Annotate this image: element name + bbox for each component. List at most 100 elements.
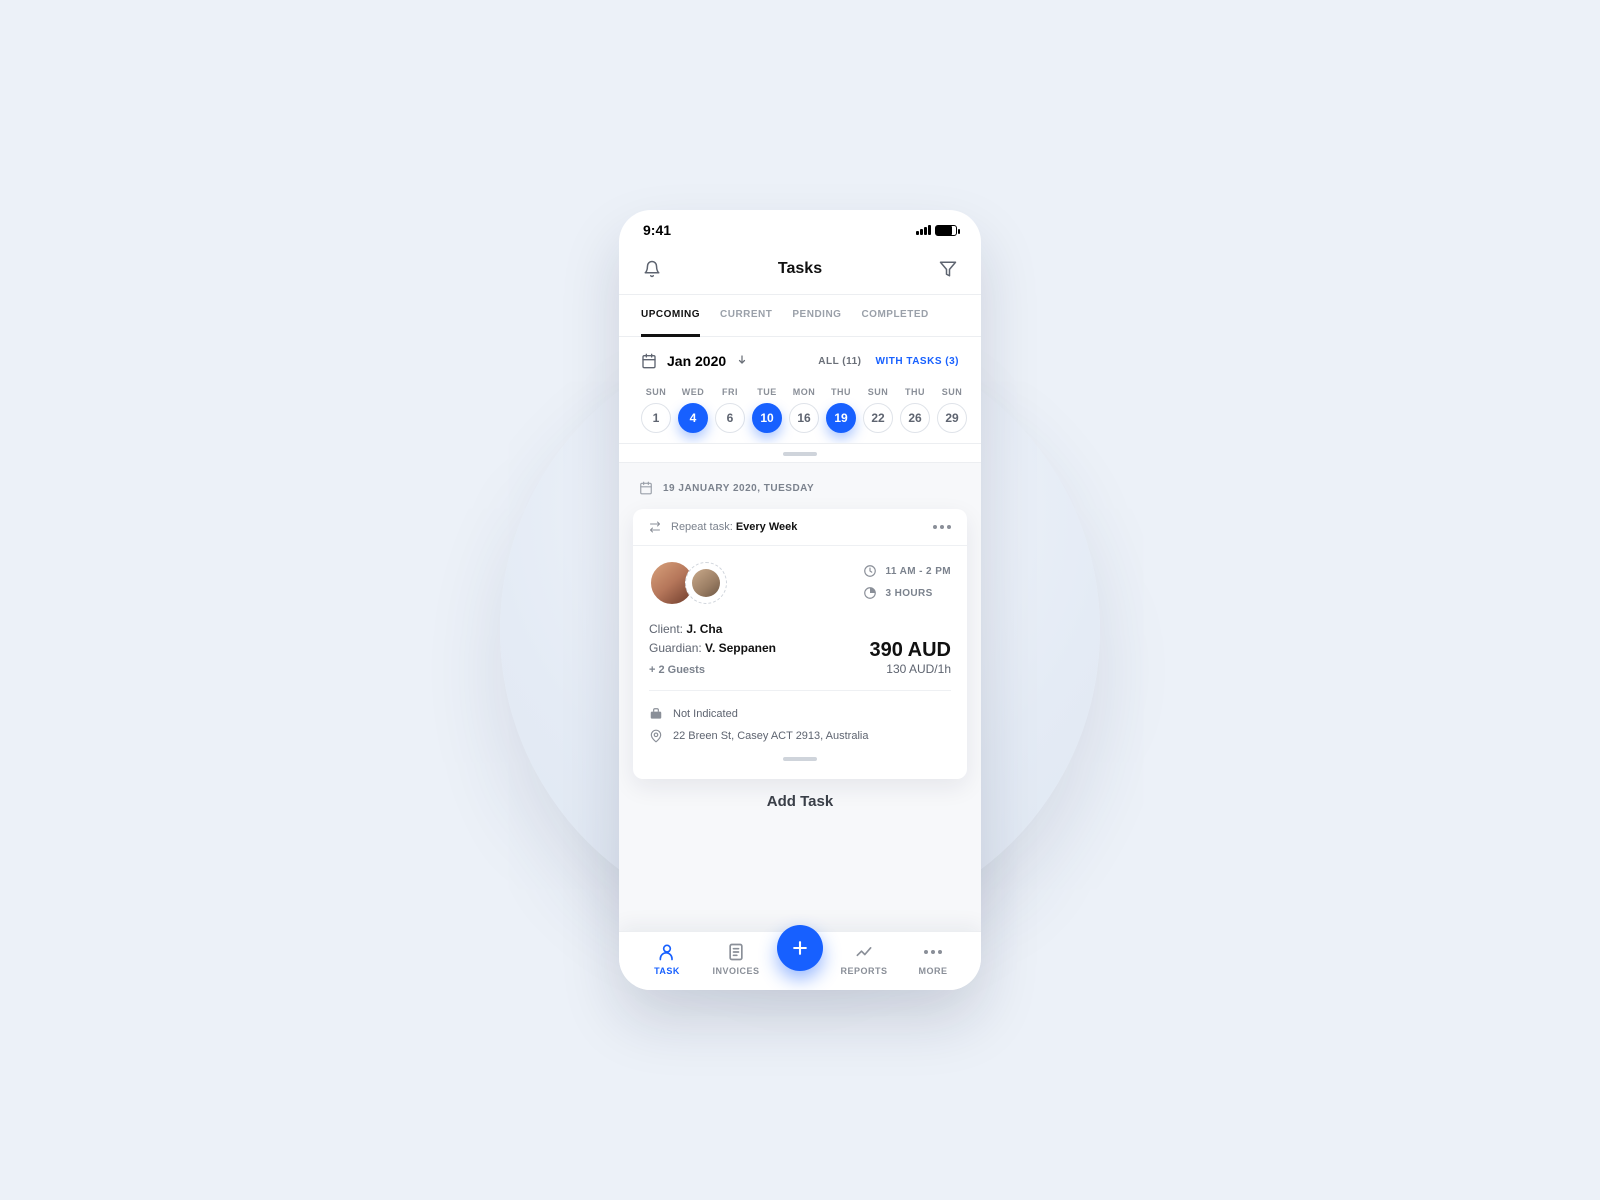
date-chip[interactable]: 1 <box>641 403 671 433</box>
date-col: MON 16 <box>789 387 819 433</box>
avatar <box>692 569 720 597</box>
drag-handle[interactable] <box>783 452 817 456</box>
status-icons <box>916 225 957 236</box>
date-col: SUN 29 <box>937 387 967 433</box>
date-chip[interactable]: 6 <box>715 403 745 433</box>
dots-icon <box>924 942 942 962</box>
filter-all[interactable]: ALL (11) <box>818 356 861 367</box>
date-chip[interactable]: 16 <box>789 403 819 433</box>
time-range: 11 AM - 2 PM <box>863 564 951 578</box>
bell-icon[interactable] <box>641 258 663 280</box>
nav-task[interactable]: TASK <box>639 942 695 976</box>
date-dow: THU <box>905 387 925 397</box>
date-dow: SUN <box>942 387 963 397</box>
date-dow: SUN <box>646 387 667 397</box>
add-task-label: Add Task <box>633 779 967 810</box>
repeat-label: Repeat task: Every Week <box>649 521 797 533</box>
briefcase-icon <box>649 707 663 721</box>
nav-label: REPORTS <box>840 966 887 976</box>
tab-current[interactable]: CURRENT <box>720 295 772 336</box>
date-dow: TUE <box>757 387 777 397</box>
guardian-name: V. Seppanen <box>705 641 776 655</box>
date-chip[interactable]: 19 <box>826 403 856 433</box>
guardian-label: Guardian: <box>649 641 705 655</box>
price-rate: 130 AUD/1h <box>869 662 951 676</box>
more-icon[interactable] <box>933 525 951 529</box>
clock-icon <box>863 564 877 578</box>
divider <box>649 690 951 691</box>
calendar-icon <box>639 481 653 495</box>
page-title: Tasks <box>778 260 822 278</box>
document-icon <box>726 942 746 962</box>
repeat-value: Every Week <box>736 521 798 533</box>
nav-reports[interactable]: REPORTS <box>836 942 892 976</box>
chart-icon <box>854 942 874 962</box>
date-dow: MON <box>793 387 816 397</box>
battery-icon <box>935 225 957 236</box>
status-time: 9:41 <box>643 222 671 238</box>
price-total: 390 AUD <box>869 639 951 662</box>
card-drag-handle[interactable] <box>783 757 817 761</box>
avatar-placeholder <box>685 562 727 604</box>
date-col: TUE 10 <box>752 387 782 433</box>
add-button[interactable] <box>777 925 823 971</box>
repeat-icon <box>649 521 661 533</box>
time-range-label: 11 AM - 2 PM <box>885 566 951 577</box>
date-strip[interactable]: SUN 1 WED 4 FRI 6 TUE 10 MON 16 THU 19 S… <box>619 377 981 444</box>
phone-frame: 9:41 Tasks UPCOMING CURRENT PENDING COMP… <box>619 210 981 990</box>
date-col: WED 4 <box>678 387 708 433</box>
status-bar: 9:41 <box>619 210 981 244</box>
tabs: UPCOMING CURRENT PENDING COMPLETED <box>619 294 981 337</box>
date-dow: WED <box>682 387 705 397</box>
date-chip[interactable]: 26 <box>900 403 930 433</box>
task-card[interactable]: Repeat task: Every Week 11 AM - 2 PM <box>633 509 967 779</box>
date-col: FRI 6 <box>715 387 745 433</box>
date-chip[interactable]: 4 <box>678 403 708 433</box>
nav-more[interactable]: MORE <box>905 942 961 976</box>
tab-upcoming[interactable]: UPCOMING <box>641 295 700 337</box>
content-area: 19 JANUARY 2020, TUESDAY Repeat task: Ev… <box>619 462 981 990</box>
filter-with-tasks[interactable]: WITH TASKS (3) <box>876 356 959 367</box>
status-row: Not Indicated <box>649 703 951 725</box>
filter-icon[interactable] <box>937 258 959 280</box>
repeat-prefix: Repeat task: <box>671 521 736 533</box>
date-dow: FRI <box>722 387 738 397</box>
header: Tasks <box>619 244 981 294</box>
month-label: Jan 2020 <box>667 353 726 369</box>
chevron-down-icon <box>736 353 748 369</box>
date-col: SUN 22 <box>863 387 893 433</box>
date-chip[interactable]: 10 <box>752 403 782 433</box>
bottom-nav: TASK INVOICES REPORTS MORE <box>619 931 981 990</box>
date-dow: THU <box>831 387 851 397</box>
calendar-icon <box>641 353 657 369</box>
guardian-line: Guardian: V. Seppanen <box>649 639 776 658</box>
tab-completed[interactable]: COMPLETED <box>861 295 928 336</box>
tab-pending[interactable]: PENDING <box>792 295 841 336</box>
month-row: Jan 2020 ALL (11) WITH TASKS (3) <box>619 337 981 377</box>
card-head: Repeat task: Every Week <box>633 509 967 546</box>
date-col: THU 26 <box>900 387 930 433</box>
month-selector[interactable]: Jan 2020 <box>641 353 748 369</box>
user-icon <box>657 942 677 962</box>
month-filters: ALL (11) WITH TASKS (3) <box>818 356 959 367</box>
date-col: THU 19 <box>826 387 856 433</box>
date-header-label: 19 JANUARY 2020, TUESDAY <box>663 483 814 494</box>
date-chip[interactable]: 29 <box>937 403 967 433</box>
signal-icon <box>916 225 931 235</box>
plus-icon <box>790 938 810 958</box>
duration-label: 3 HOURS <box>885 588 932 599</box>
client-label: Client: <box>649 622 686 636</box>
avatars <box>649 560 727 606</box>
card-body: 11 AM - 2 PM 3 HOURS Client: J. Cha <box>633 546 967 779</box>
client-name: J. Cha <box>686 622 722 636</box>
selected-date-header: 19 JANUARY 2020, TUESDAY <box>633 477 967 509</box>
nav-invoices[interactable]: INVOICES <box>708 942 764 976</box>
address-row: 22 Breen St, Casey ACT 2913, Australia <box>649 725 951 747</box>
date-dow: SUN <box>868 387 889 397</box>
duration-icon <box>863 586 877 600</box>
pin-icon <box>649 729 663 743</box>
nav-label: TASK <box>654 966 680 976</box>
date-col: SUN 1 <box>641 387 671 433</box>
status-label: Not Indicated <box>673 708 738 720</box>
date-chip[interactable]: 22 <box>863 403 893 433</box>
